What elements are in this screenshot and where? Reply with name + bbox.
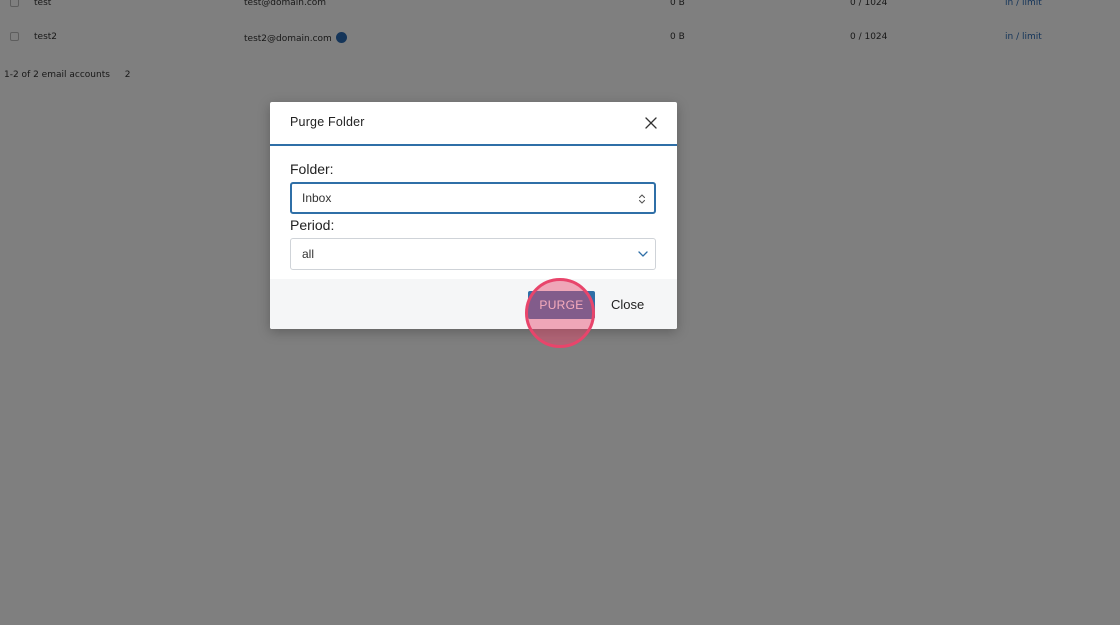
dialog-title: Purge Folder <box>290 115 365 129</box>
period-select-value: all <box>302 247 315 261</box>
purge-folder-dialog: Purge Folder Folder: Inbox Period: all P… <box>270 102 677 329</box>
folder-select-value: Inbox <box>302 191 332 205</box>
updown-arrows-icon <box>638 193 646 205</box>
folder-select[interactable]: Inbox <box>290 182 656 214</box>
purge-button[interactable]: PURGE <box>528 291 595 319</box>
folder-label: Folder: <box>290 161 334 177</box>
dialog-header: Purge Folder <box>270 102 677 146</box>
close-button[interactable]: Close <box>611 291 644 319</box>
period-label: Period: <box>290 217 335 233</box>
period-select[interactable]: all <box>290 238 656 270</box>
close-icon[interactable] <box>643 115 659 131</box>
dialog-body: Folder: Inbox Period: all <box>270 146 677 270</box>
dialog-footer: PURGE Close <box>270 279 677 329</box>
chevron-down-icon <box>637 249 649 259</box>
